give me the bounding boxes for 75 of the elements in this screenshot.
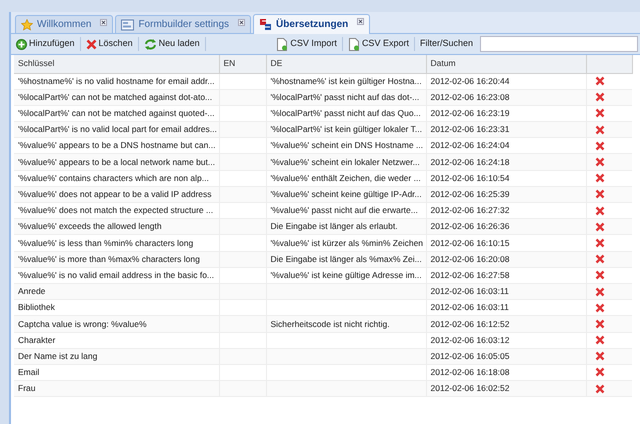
table-cell: '%value%' is no valid email address in the basic fo... [14, 267, 219, 284]
document-icon [276, 38, 288, 50]
table-cell: '%value%' is more than %max% characters long [14, 251, 219, 268]
column-header[interactable]: DE [266, 55, 426, 73]
table-cell: '%hostname%' is no valid hostname for email addr... [14, 73, 219, 90]
delete-icon[interactable] [594, 351, 604, 362]
filter-label: Filter/Suchen [418, 37, 474, 50]
table-cell: Der Name ist zu lang [14, 348, 219, 364]
close-icon[interactable] [238, 19, 246, 26]
table-cell: '%localPart%' passt nicht auf das dot-... [266, 89, 426, 106]
table-cell: Frau [14, 380, 219, 397]
table-cell: 2012-02-06 16:23:08 [426, 89, 586, 106]
table-cell: 2012-02-06 16:02:52 [426, 380, 586, 397]
delete-icon[interactable] [594, 206, 604, 216]
search-field[interactable] [480, 36, 638, 52]
star-icon [21, 18, 33, 30]
table-cell: 2012-02-06 16:20:44 [426, 73, 586, 90]
form-icon [121, 18, 134, 30]
toolbar-button[interactable]: Neu laden [140, 36, 203, 52]
delete-icon[interactable] [594, 124, 604, 135]
table-cell: 2012-02-06 16:12:52 [426, 316, 586, 332]
delete-icon[interactable] [594, 76, 604, 86]
table-cell: '%value%' is less than %min% characters long [14, 234, 219, 252]
tab[interactable]: Formbuilder settings [115, 15, 252, 33]
reload-icon [144, 38, 157, 50]
toolbar-button[interactable]: Hinzufügen [13, 36, 78, 52]
table-cell: Die Eingabe ist länger als %max% Zei... [266, 251, 426, 268]
table-cell: 2012-02-06 16:05:05 [426, 348, 586, 364]
delete-icon[interactable] [594, 270, 604, 280]
table-cell: '%value%' enthält Zeichen, die weder ... [266, 170, 426, 186]
add-icon [16, 38, 27, 50]
tab[interactable]: Übersetzungen [253, 14, 370, 34]
column-header[interactable]: Datum [426, 55, 586, 73]
delete-icon[interactable] [594, 173, 604, 184]
toolbar-button[interactable]: CSV Import [273, 36, 340, 52]
close-icon[interactable] [357, 18, 364, 25]
delete-icon[interactable] [594, 92, 604, 102]
table-cell: '%value%' contains characters which are non alp... [14, 170, 219, 186]
table-cell: 2012-02-06 16:10:54 [426, 170, 586, 186]
delete-icon[interactable] [594, 238, 604, 248]
table-cell: '%value%' ist kürzer als %min% Zeichen [266, 234, 426, 252]
delete-icon[interactable] [594, 286, 604, 297]
delete-icon[interactable] [594, 189, 604, 200]
tab[interactable]: Willkommen [15, 15, 114, 33]
delete-icon[interactable] [594, 302, 604, 313]
column-header[interactable]: EN [219, 55, 266, 73]
close-icon[interactable] [100, 19, 108, 26]
table-cell: Sicherheitscode ist nicht richtig. [266, 316, 426, 332]
delete-icon[interactable] [594, 335, 604, 346]
table-cell: 2012-02-06 16:20:08 [426, 251, 586, 268]
delete-icon[interactable] [594, 367, 604, 378]
flags-icon [259, 18, 272, 31]
delete-icon [86, 38, 97, 50]
table-cell: '%hostname%' ist kein gültiger Hostna... [266, 73, 426, 90]
table-cell: Charakter [14, 332, 219, 348]
table-cell: '%value%' scheint ein lokaler Netzwer... [266, 154, 426, 170]
delete-icon[interactable] [594, 140, 604, 151]
column-header[interactable]: Schlüssel [14, 55, 219, 73]
delete-icon[interactable] [594, 254, 604, 264]
table-cell: '%value%' ist keine gültige Adresse im... [266, 267, 426, 284]
table-cell: Captcha value is wrong: %value% [14, 316, 219, 332]
delete-icon[interactable] [594, 222, 604, 232]
table-cell: 2012-02-06 16:24:18 [426, 154, 586, 170]
table-cell: 2012-02-06 16:27:58 [426, 267, 586, 284]
toolbar-button[interactable]: Löschen [82, 36, 136, 52]
table-cell: '%value%' appears to be a local network name but... [14, 154, 219, 170]
table-cell: '%localPart%' can not be matched against dot-ato... [14, 89, 219, 106]
table-cell: 2012-02-06 16:10:15 [426, 234, 586, 252]
delete-icon[interactable] [594, 157, 604, 168]
delete-icon[interactable] [594, 108, 604, 118]
document-icon [348, 38, 360, 50]
toolbar-button[interactable]: CSV Export [344, 36, 412, 52]
delete-icon[interactable] [594, 318, 604, 329]
table-cell: 2012-02-06 16:03:12 [426, 332, 586, 348]
delete-icon[interactable] [594, 384, 604, 394]
